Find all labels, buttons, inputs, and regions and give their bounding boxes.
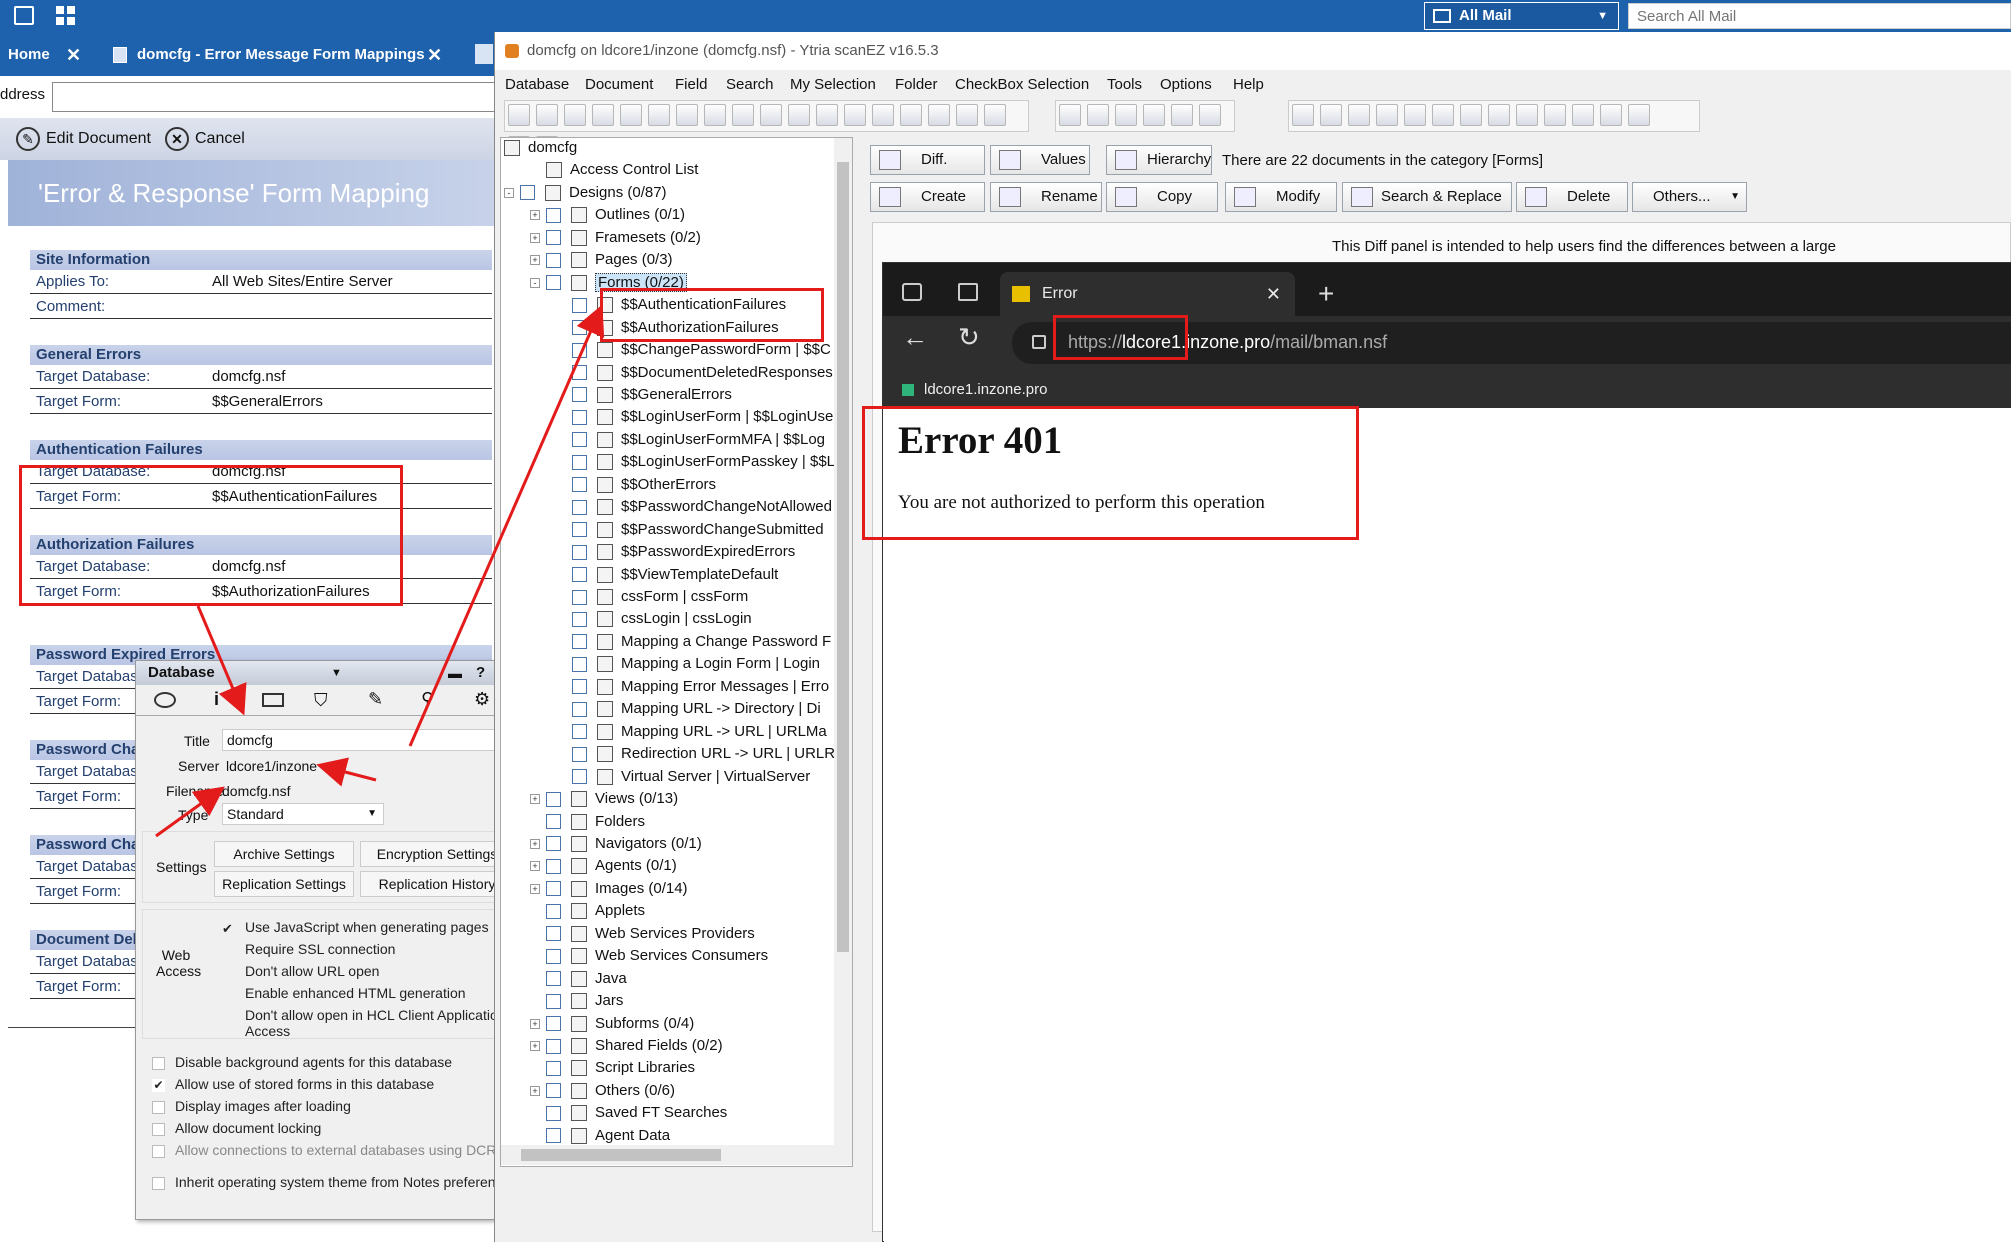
arrow-to-filename — [155, 786, 225, 838]
arrow-to-info-tab — [196, 605, 247, 716]
annotation-arrows — [155, 304, 605, 838]
arrow-to-tree-forms — [408, 304, 605, 747]
arrow-to-server — [316, 757, 377, 787]
